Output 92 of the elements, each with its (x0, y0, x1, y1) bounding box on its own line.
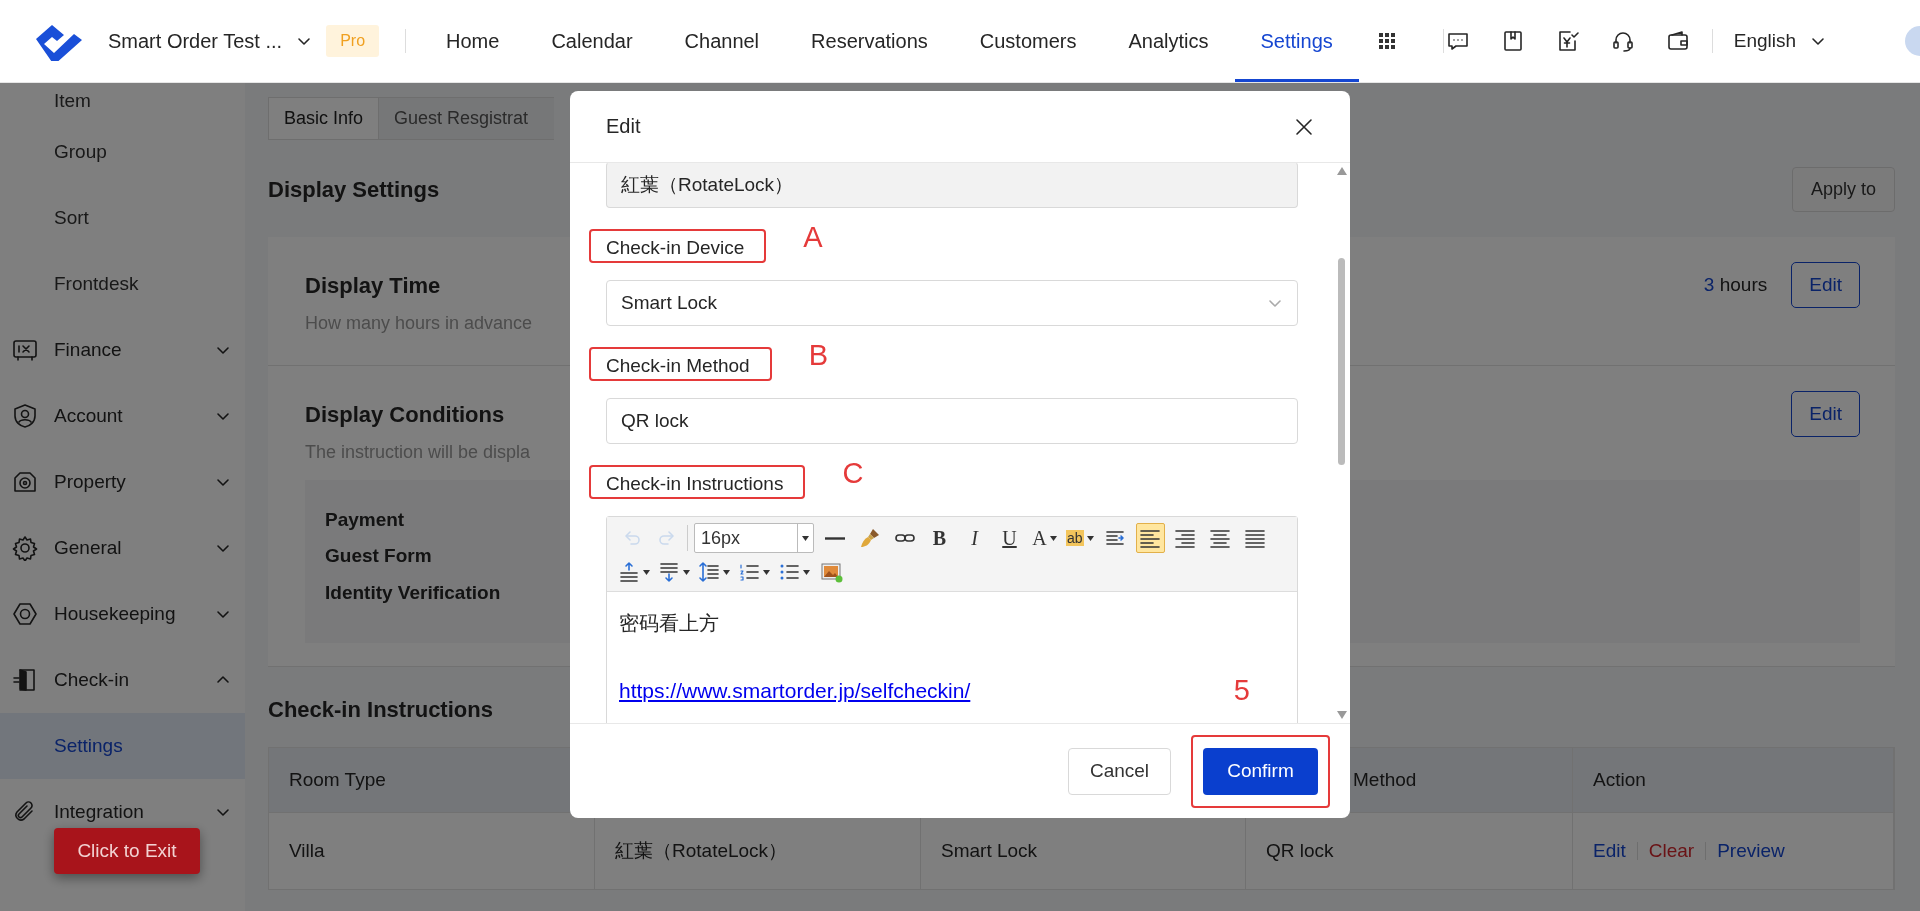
url-link[interactable]: https://www.smartorder.jp/selfcheckin/ (619, 679, 971, 702)
section-title: Display Settings (268, 176, 440, 203)
condition-label: Identity Verification (325, 580, 501, 605)
line-height-icon (698, 561, 720, 583)
edit-button[interactable]: Edit (1791, 262, 1860, 308)
input-field[interactable]: QR lock (606, 398, 1298, 444)
shield-user-icon (12, 403, 38, 429)
field-label: Check-in Method (606, 355, 750, 376)
gear-icon (12, 535, 38, 561)
tab[interactable]: Basic Info (268, 97, 380, 140)
align-right-icon (1174, 527, 1197, 549)
cancel-button[interactable]: Cancel (1068, 747, 1171, 795)
headset-icon[interactable] (1610, 29, 1635, 53)
highlight-button[interactable]: ab (1065, 523, 1095, 553)
sidebar-group[interactable]: Check-in (54, 669, 201, 691)
space-before-icon (618, 561, 640, 583)
nav-tab[interactable]: Calendar (525, 0, 659, 82)
scroll-up-icon[interactable] (1337, 167, 1347, 175)
nav-tab[interactable]: Customers (953, 0, 1103, 82)
close-icon[interactable] (1294, 116, 1314, 137)
action-link[interactable]: Edit (1593, 840, 1626, 862)
editor-text: 密码看上方 (619, 612, 719, 634)
card-title: Display Time (305, 273, 441, 299)
caret-icon (683, 569, 690, 575)
align-left-icon (1139, 527, 1162, 549)
sidebar-group[interactable]: Property (54, 471, 201, 493)
caret-icon (723, 569, 730, 575)
color-button[interactable]: A (1030, 523, 1059, 553)
underline-button[interactable]: U (995, 523, 1024, 553)
brush-icon (858, 527, 881, 549)
italic-button[interactable]: I (960, 523, 989, 553)
field-label: Check-in Instructions (606, 473, 784, 494)
tab[interactable]: Guest Resgistrat (379, 97, 555, 140)
annotation-letter: C (842, 457, 864, 490)
annotation-number: 5 (1233, 674, 1250, 707)
apply-button[interactable]: Apply to (1791, 167, 1895, 212)
annotation-letter: A (803, 221, 823, 254)
caret-icon (802, 535, 809, 541)
card-title: Display Conditions (305, 402, 505, 428)
confirm-button[interactable]: Confirm (1203, 747, 1318, 795)
image-icon (820, 561, 843, 583)
scroll-down-icon[interactable] (1337, 711, 1347, 719)
door-icon (12, 667, 38, 693)
caret-icon (763, 569, 770, 575)
align-left-button[interactable] (1135, 523, 1165, 553)
nav-tab[interactable]: Settings (1234, 0, 1359, 82)
caret-icon (1086, 535, 1094, 541)
sidebar-item[interactable]: Item (0, 83, 245, 119)
store-name[interactable]: Smart Order Test ... (108, 29, 283, 53)
sidebar-group[interactable]: Integration (54, 801, 201, 823)
sidebar-item[interactable]: Sort (0, 185, 245, 251)
font-size-select[interactable]: 16px (694, 523, 814, 553)
justify-icon (1244, 527, 1267, 549)
field-label: Check-in Device (606, 237, 745, 258)
sidebar-item[interactable]: Frontdesk (0, 251, 245, 317)
caret-icon (803, 569, 810, 575)
sidebar-group[interactable]: Housekeeping (54, 603, 201, 625)
value-text: 3 hours (1703, 274, 1768, 296)
readonly-field: 紅葉（RotateLock） (606, 163, 1298, 208)
sidebar-item[interactable]: Settings (0, 713, 245, 779)
section-title: Check-in Instructions (268, 697, 493, 723)
rule-icon (824, 536, 845, 540)
plan-badge: Pro (326, 25, 380, 57)
bold-button[interactable]: B (925, 523, 954, 553)
condition-label: Guest Form (325, 544, 432, 569)
nav-tab[interactable]: Analytics (1102, 0, 1235, 82)
select-field[interactable]: Smart Lock (606, 280, 1298, 326)
sidebar-group[interactable]: General (54, 537, 201, 559)
nav-tab[interactable]: Channel (658, 0, 786, 82)
safe-icon (12, 337, 38, 363)
clear-link[interactable]: Clear (1648, 840, 1695, 862)
caret-icon (1049, 535, 1057, 541)
align-center-icon (1209, 527, 1232, 549)
annotation-letter: B (808, 339, 828, 372)
condition-label: Payment (325, 508, 405, 532)
scroll-thumb[interactable] (1338, 258, 1345, 465)
edit-button[interactable]: Edit (1791, 391, 1860, 437)
wallet-icon[interactable] (1665, 29, 1690, 53)
sidebar-item[interactable]: Group (0, 119, 245, 185)
action-link[interactable]: Preview (1717, 840, 1785, 862)
sidebar-group[interactable]: Account (54, 405, 201, 427)
caret-icon (643, 569, 650, 575)
column-header: Action (1573, 748, 1894, 812)
nav-tab[interactable]: Home (420, 0, 526, 82)
space-after-icon (658, 561, 680, 583)
hexagon-icon (12, 601, 38, 627)
exit-button[interactable]: Click to Exit (54, 828, 200, 874)
dialog-title: Edit (606, 115, 641, 138)
sidebar-group[interactable]: Finance (54, 339, 201, 361)
nav-tab[interactable]: Reservations (785, 0, 954, 82)
lens-icon (12, 469, 38, 495)
language-selector[interactable]: English (1733, 30, 1797, 52)
